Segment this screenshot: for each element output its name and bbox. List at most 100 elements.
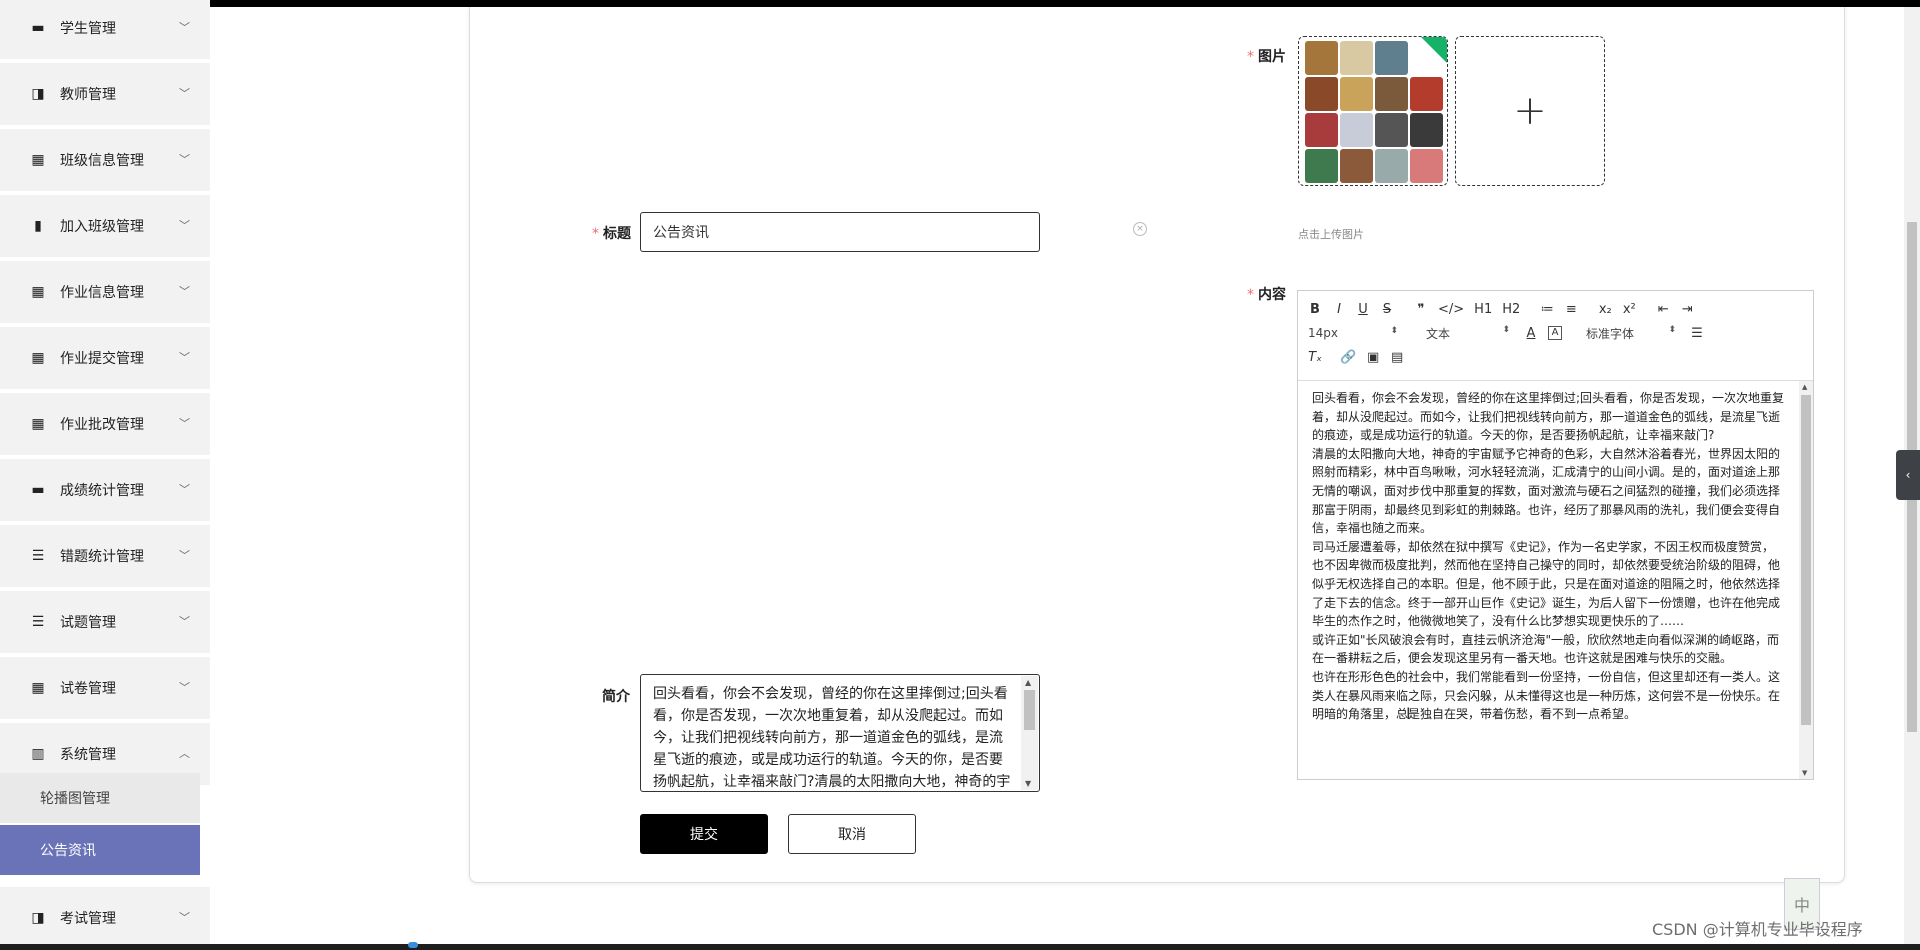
editor-scrollbar[interactable]: ▲ ▼: [1799, 381, 1813, 779]
image-label: * 图片: [1247, 46, 1286, 66]
title-input-value: 公告资讯: [653, 225, 709, 241]
chevron-down-icon: ﹀: [179, 911, 190, 924]
strikethrough-icon[interactable]: S: [1380, 302, 1394, 317]
collapse-panel-icon[interactable]: ‹: [1896, 450, 1920, 500]
sidebar-item-label: 系统管理: [60, 747, 116, 763]
code-icon[interactable]: </>: [1438, 302, 1464, 317]
grid-icon: ▦: [31, 416, 45, 432]
sidebar-item[interactable]: ▦ 作业提交管理 ﹀: [0, 327, 210, 389]
scroll-down-icon[interactable]: ▼: [1802, 769, 1807, 777]
image-icon[interactable]: ▣: [1366, 350, 1380, 365]
plus-icon: +: [1513, 88, 1547, 134]
chevron-down-icon: ﹀: [179, 417, 190, 430]
sidebar-item-label: 作业信息管理: [60, 285, 144, 301]
quote-icon[interactable]: ❞: [1414, 302, 1428, 317]
editor-paragraph: 清晨的太阳撒向大地，神奇的宇宙赋予它神奇的色彩，大自然沐浴着春光，世界因太阳的照…: [1312, 446, 1781, 536]
intro-scrollbar[interactable]: ▲ ▼: [1021, 676, 1038, 790]
select-arrow-icon: ⬍: [1668, 324, 1676, 335]
chevron-down-icon: ﹀: [179, 285, 190, 298]
sidebar-item-label: 考试管理: [60, 911, 116, 927]
grid-small-icon: ▦: [31, 680, 45, 696]
submit-button-label: 提交: [690, 827, 718, 843]
heading1-icon[interactable]: H1: [1474, 302, 1492, 317]
scroll-down-icon[interactable]: ▼: [1025, 779, 1031, 788]
image-label-text: 图片: [1258, 49, 1286, 65]
bullet-list-icon[interactable]: ≡: [1564, 302, 1578, 317]
sidebar-subitem[interactable]: 轮播图管理: [0, 773, 200, 823]
font-size-value: 14px: [1308, 326, 1338, 340]
list-icon: ☰: [31, 548, 45, 564]
editor-content[interactable]: 回头看看，你会不会发现，曾经的你在这里摔倒过;回头看看，你是否发现，一次次地重复…: [1298, 381, 1813, 779]
scroll-up-icon[interactable]: ▲: [1802, 383, 1807, 391]
sidebar-item[interactable]: ▦ 试卷管理 ﹀: [0, 657, 210, 719]
image-upload-button[interactable]: +: [1455, 36, 1605, 186]
font-size-select[interactable]: 14px ⬍: [1308, 326, 1398, 340]
intro-scroll-thumb[interactable]: [1024, 690, 1035, 730]
indent-icon[interactable]: ⇥: [1680, 302, 1694, 317]
sidebar-item-label: 作业批改管理: [60, 417, 144, 433]
sidebar-item[interactable]: ▦ 班级信息管理 ﹀: [0, 129, 210, 191]
chevron-down-icon: ﹀: [179, 153, 190, 166]
outdent-icon[interactable]: ⇤: [1656, 302, 1670, 317]
chevron-down-icon: ﹀: [179, 219, 190, 232]
text-type-value: 文本: [1426, 326, 1451, 341]
sidebar: ▬ 学生管理 ﹀ ◨ 教师管理 ﹀ ▦ 班级信息管理 ﹀ ▮ 加入班级管理 ﹀ ▦ 作业信息管理 ﹀ ▦ 作业提…: [0, 0, 210, 949]
sidebar-item[interactable]: ▦ 作业批改管理 ﹀: [0, 393, 210, 455]
underline-icon[interactable]: U: [1356, 302, 1370, 317]
clear-format-icon[interactable]: Tₓ: [1308, 350, 1322, 365]
cancel-button[interactable]: 取消: [788, 814, 916, 854]
intro-textarea[interactable]: 回头看看，你会不会发现，曾经的你在这里摔倒过;回头看看，你是否发现，一次次地重复…: [640, 674, 1040, 792]
superscript-icon[interactable]: x²: [1622, 302, 1636, 317]
message-icon: ▬: [31, 482, 45, 498]
window-bottom-edge: [0, 942, 1920, 950]
scroll-up-icon[interactable]: ▲: [1025, 678, 1031, 687]
align-icon[interactable]: ☰: [1690, 326, 1704, 341]
editor-paragraph: 也许在形形色色的社会中，我们常能看到一份坚持，一份自信，但这里却还有一类人。这类…: [1312, 669, 1781, 722]
uploaded-image-thumbnail[interactable]: [1298, 36, 1448, 186]
success-corner-badge: [1421, 37, 1447, 63]
link-icon[interactable]: 🔗: [1340, 350, 1356, 365]
rich-text-editor: B I U S ❞ </> H1 H2 ≔ ≡ x₂ x² ⇤ ⇥ 14px ⬍ 文本 ⬍ A A 标准字体 ⬍…: [1297, 290, 1814, 780]
title-input[interactable]: 公告资讯: [640, 212, 1040, 252]
editor-scroll-thumb[interactable]: [1801, 395, 1811, 725]
sidebar-item[interactable]: ◨ 考试管理 ﹀: [0, 887, 210, 949]
sidebar-item[interactable]: ☰ 错题统计管理 ﹀: [0, 525, 210, 587]
chevron-down-icon: ﹀: [179, 483, 190, 496]
text-type-select[interactable]: 文本 ⬍: [1426, 325, 1510, 342]
heading2-icon[interactable]: H2: [1502, 302, 1520, 317]
submit-button[interactable]: 提交: [640, 814, 768, 854]
title-label-text: 标题: [603, 226, 631, 242]
font-family-select[interactable]: 标准字体 ⬍: [1586, 325, 1676, 342]
monitor-icon: ▬: [31, 20, 45, 36]
required-mark: *: [1247, 287, 1254, 303]
ordered-list-icon[interactable]: ≔: [1540, 302, 1554, 317]
list-icon: ☰: [31, 614, 45, 630]
italic-icon[interactable]: I: [1332, 302, 1346, 317]
editor-paragraph: 回头看看，你会不会发现，曾经的你在这里摔倒过;回头看看，你是否发现，一次次地重复…: [1312, 391, 1785, 443]
sidebar-subitem-active[interactable]: 公告资讯: [0, 825, 200, 875]
csdn-watermark: CSDN @计算机专业毕设程序: [1652, 920, 1863, 939]
sidebar-item[interactable]: ▮ 加入班级管理 ﹀: [0, 195, 210, 257]
clear-icon[interactable]: ×: [1133, 222, 1147, 236]
sidebar-item-label: 成绩统计管理: [60, 483, 144, 499]
sidebar-item[interactable]: ▬ 成绩统计管理 ﹀: [0, 459, 210, 521]
sidebar-item[interactable]: ▬ 学生管理 ﹀: [0, 0, 210, 59]
editor-paragraph: 司马迁屡遭羞辱，却依然在狱中撰写《史记》，作为一名史学家，不因王权而极度赞赏，也…: [1312, 539, 1781, 629]
toolbar-row-style: 14px ⬍ 文本 ⬍ A A 标准字体 ⬍ ☰: [1308, 321, 1803, 345]
sidebar-item[interactable]: ◨ 教师管理 ﹀: [0, 63, 210, 125]
bold-icon[interactable]: B: [1308, 302, 1322, 317]
window-top-edge: [0, 0, 1920, 7]
sidebar-item[interactable]: ▦ 作业信息管理 ﹀: [0, 261, 210, 323]
sidebar-item-label: 试题管理: [60, 615, 116, 631]
background-color-icon[interactable]: A: [1548, 326, 1562, 340]
subscript-icon[interactable]: x₂: [1598, 302, 1612, 317]
sidebar-item-label: 教师管理: [60, 87, 116, 103]
content-label-text: 内容: [1258, 287, 1286, 303]
chevron-down-icon: ﹀: [179, 549, 190, 562]
sidebar-item[interactable]: ☰ 试题管理 ﹀: [0, 591, 210, 653]
sidebar-item-label: 错题统计管理: [60, 549, 144, 565]
font-color-icon[interactable]: A: [1524, 326, 1538, 341]
video-icon[interactable]: ▤: [1390, 350, 1404, 365]
ime-char: 中: [1793, 896, 1810, 915]
briefcase-icon: ◨: [31, 86, 45, 102]
